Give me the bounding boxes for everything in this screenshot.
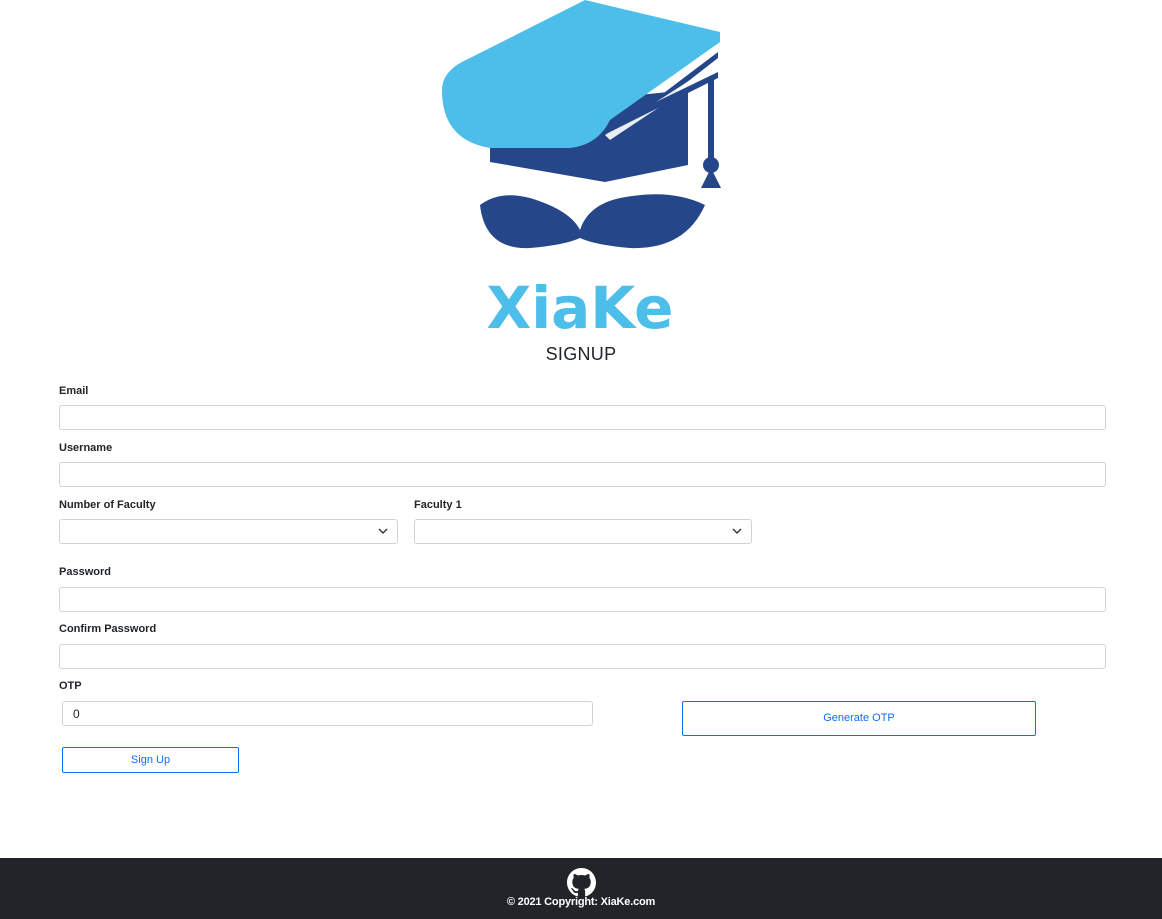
generate-otp-button[interactable]: Generate OTP — [682, 701, 1036, 736]
faculty-1-select[interactable] — [414, 519, 752, 544]
faculty-1-selected — [425, 524, 435, 538]
copyright-text: © 2021 Copyright: XiaKe.com — [506, 896, 656, 908]
logo-graphic: XiaKe — [442, 0, 721, 340]
github-icon[interactable] — [567, 868, 596, 897]
chevron-down-icon — [732, 528, 742, 535]
xiake-logo: XiaKe — [430, 0, 730, 340]
otp-label: OTP — [59, 680, 82, 692]
email-field[interactable] — [59, 405, 1106, 430]
username-label: Username — [59, 442, 113, 454]
email-label: Email — [59, 385, 89, 397]
chevron-down-icon — [378, 528, 388, 535]
confirm-password-label: Confirm Password — [59, 623, 157, 635]
password-label: Password — [59, 566, 111, 578]
username-field[interactable] — [59, 462, 1106, 487]
faculty-1-label: Faculty 1 — [414, 499, 462, 511]
brand-name: XiaKe — [487, 274, 674, 340]
otp-field[interactable] — [62, 701, 593, 726]
number-of-faculty-label: Number of Faculty — [59, 499, 156, 511]
footer: © 2021 Copyright: XiaKe.com — [0, 858, 1162, 919]
page-title: SIGNUP — [545, 344, 617, 364]
sign-up-button[interactable]: Sign Up — [62, 747, 239, 773]
password-field[interactable] — [59, 587, 1106, 612]
confirm-password-field[interactable] — [59, 644, 1106, 669]
number-of-faculty-selected — [70, 524, 80, 538]
signup-page: XiaKe SIGNUP Email Username Number of Fa… — [0, 0, 1162, 919]
number-of-faculty-select[interactable] — [59, 519, 398, 544]
